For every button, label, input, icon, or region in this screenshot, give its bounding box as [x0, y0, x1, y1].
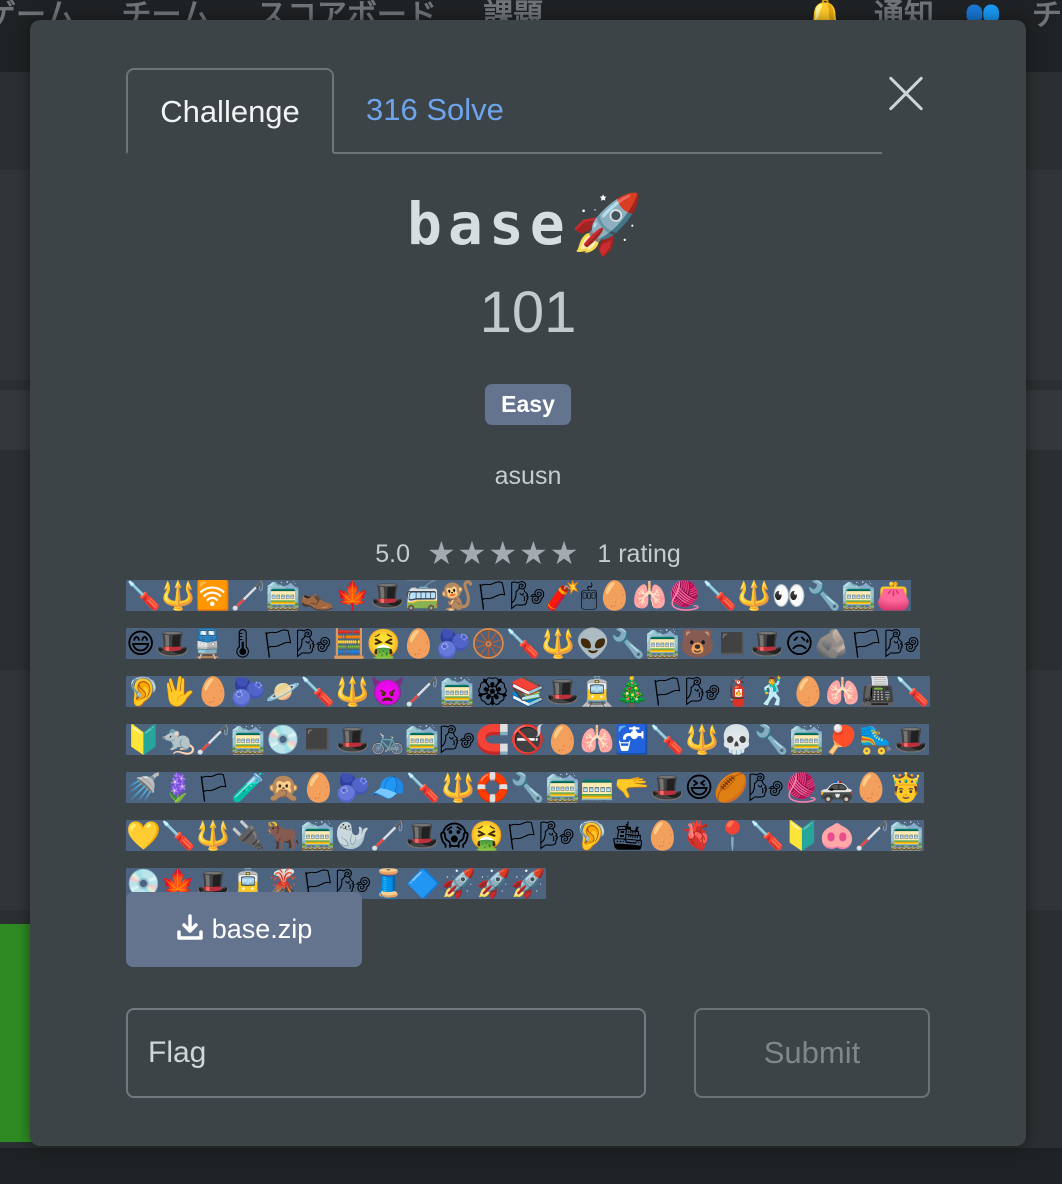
- challenge-points: 101: [479, 280, 577, 345]
- challenge-modal: Challenge 316 Solve base🚀 101 Easy asusn…: [30, 20, 1026, 1146]
- submit-button[interactable]: Submit: [694, 1008, 930, 1098]
- description-text: 🪛🔱🛜🦯🚞👞🍁🎩🚎🐒🏳🌬🧨🖱🥚🫁🧶🪛🔱👀🔧🚞👛😄🎩🚆🌡🏳🌬🧮🤮🥚🫐🛞🪛🔱👽🔧🚞🐻…: [126, 580, 930, 899]
- difficulty-badge: Easy: [485, 384, 571, 425]
- rating-row: 5.0 ★★★★★ 1 rating: [30, 534, 1026, 572]
- difficulty-badge-wrap: Easy: [30, 384, 1026, 425]
- tab-challenge[interactable]: Challenge: [126, 68, 334, 154]
- download-button[interactable]: base.zip: [126, 892, 362, 967]
- challenge-author: asusn: [494, 462, 562, 490]
- download-label: base.zip: [211, 914, 313, 944]
- nav-item-team-right[interactable]: チ: [1032, 0, 1062, 32]
- rating-count: 1 rating: [597, 540, 681, 568]
- close-icon[interactable]: [886, 74, 926, 114]
- rating-value: 5.0: [375, 540, 411, 568]
- download-icon: [176, 914, 203, 940]
- flag-input[interactable]: [126, 1008, 646, 1098]
- modal-tabs: Challenge 316 Solve: [126, 68, 882, 154]
- background-bottombar: [0, 1148, 1062, 1184]
- challenge-description: 🪛🔱🛜🦯🚞👞🍁🎩🚎🐒🏳🌬🧨🖱🥚🫁🧶🪛🔱👀🔧🚞👛😄🎩🚆🌡🏳🌬🧮🤮🥚🫐🛞🪛🔱👽🔧🚞🐻…: [126, 572, 936, 908]
- tab-solves[interactable]: 316 Solve: [366, 68, 504, 152]
- challenge-title: base🚀: [407, 190, 649, 258]
- star-icon[interactable]: ★★★★★: [427, 535, 580, 571]
